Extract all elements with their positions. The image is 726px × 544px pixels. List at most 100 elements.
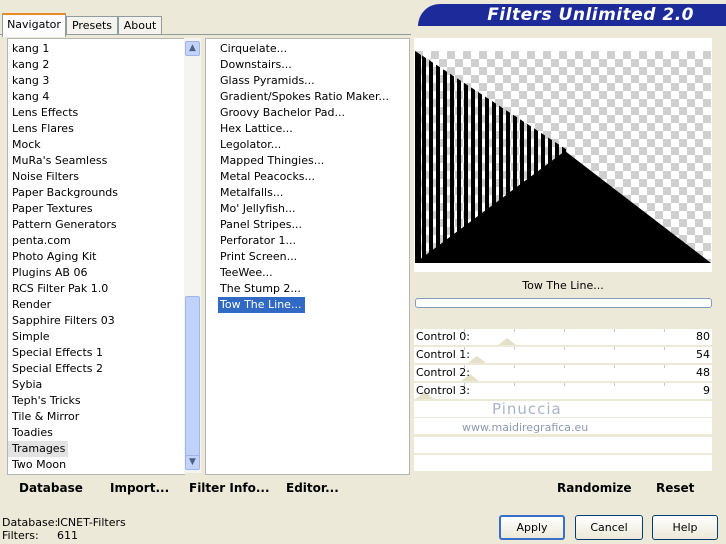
control-label: Control 3: [416,384,470,397]
control-row[interactable]: Control 3: 9 [414,383,712,400]
status-database-value: ICNET-Filters [57,516,126,529]
app-title: Filters Unlimited 2.0 [487,5,694,25]
scroll-down-icon[interactable]: ▼ [185,455,200,470]
category-item[interactable]: kang 2 [8,57,52,73]
cancel-button[interactable]: Cancel [575,515,643,540]
filter-item[interactable]: Hex Lattice... [218,121,297,137]
app-banner: Filters Unlimited 2.0 [418,4,726,26]
filter-item[interactable]: Tow The Line... [218,297,306,313]
slider-tick [514,329,515,332]
tab-presets[interactable]: Presets [66,16,118,35]
slider-tick [514,347,515,350]
filter-item[interactable]: Panel Stripes... [218,217,306,233]
slider-tick [614,347,615,350]
category-item[interactable]: Tramages [8,441,69,457]
slider-thumb[interactable] [498,338,517,345]
slider-tick [664,383,665,386]
filter-item[interactable]: Downstairs... [218,57,296,73]
filter-item[interactable]: Glass Pyramids... [218,73,319,89]
category-item[interactable]: Noise Filters [8,169,82,185]
category-item[interactable]: Render [8,297,54,313]
category-item[interactable]: Special Effects 1 [8,345,106,361]
category-item[interactable]: Pattern Generators [8,217,120,233]
category-item[interactable]: Simple [8,329,53,345]
control-row[interactable]: Control 2: 48 [414,365,712,382]
control-value: 80 [696,330,710,343]
category-item[interactable]: Sapphire Filters 03 [8,313,118,329]
filter-item[interactable]: The Stump 2... [218,281,305,297]
control-row[interactable]: Control 0: 80 [414,329,712,346]
reset-button[interactable]: Reset [656,481,694,495]
category-item[interactable]: Lens Effects [8,105,81,121]
filter-info-button[interactable]: Filter Info... [189,481,270,495]
filter-item[interactable]: Groovy Bachelor Pad... [218,105,349,121]
category-item[interactable]: Paper Backgrounds [8,185,121,201]
tab-navigator[interactable]: Navigator [2,13,66,37]
slider-tick [664,347,665,350]
category-item[interactable]: Two Moon [8,457,69,473]
category-item[interactable]: Tile & Mirror [8,409,82,425]
control-value: 54 [696,348,710,361]
category-item[interactable]: Mock [8,137,44,153]
slider-tick [614,383,615,386]
tab-about[interactable]: About [118,16,162,35]
category-item[interactable]: RCS Filter Pak 1.0 [8,281,111,297]
filter-item[interactable]: Mo' Jellyfish... [218,201,300,217]
filter-item[interactable]: Gradient/Spokes Ratio Maker... [218,89,393,105]
watermark-url: www.maidiregrafica.eu [462,421,589,434]
category-list[interactable]: kang 1 kang 2 kang 3 kang 4 Lens Effects Lens… [7,38,185,475]
category-item[interactable]: Lens Flares [8,121,77,137]
slider-tick [514,383,515,386]
category-item[interactable]: kang 3 [8,73,52,89]
import-button[interactable]: Import... [110,481,169,495]
database-button[interactable]: Database [19,481,83,495]
category-item[interactable]: Special Effects 2 [8,361,106,377]
help-button[interactable]: Help [652,515,718,540]
filter-item[interactable]: Perforator 1... [218,233,300,249]
category-item[interactable]: Photo Aging Kit [8,249,99,265]
category-item[interactable]: Toadies [8,425,56,441]
control-row[interactable]: Control 1: 54 [414,347,712,364]
control-value: 48 [696,366,710,379]
apply-button[interactable]: Apply [499,515,565,540]
control-label: Control 1: [416,348,470,361]
status-filters-label: Filters: [2,529,39,542]
randomize-button[interactable]: Randomize [557,481,631,495]
filter-item[interactable]: Print Screen... [218,249,301,265]
slider-tick [564,347,565,350]
control-value: 9 [703,384,710,397]
scroll-up-icon[interactable]: ▲ [185,41,200,56]
slider-tick [514,365,515,368]
watermark-name: Pinuccia [492,400,562,418]
slider-tick [614,365,615,368]
filter-item[interactable]: TeeWee... [218,265,277,281]
preview-image [415,51,711,263]
slider-tick [664,329,665,332]
status-database-label: Database: [2,516,59,529]
slider-tick [614,329,615,332]
slider-thumb[interactable] [468,356,487,363]
filter-list[interactable]: Cirquelate... Downstairs... Glass Pyramids… [205,38,410,475]
status-filters-value: 611 [57,529,78,542]
slider-tick [564,329,565,332]
filter-item[interactable]: Legolator... [218,137,285,153]
filter-item[interactable]: Metal Peacocks... [218,169,319,185]
preview-filter-name: Tow The Line... [414,276,712,296]
editor-button[interactable]: Editor... [286,481,339,495]
filter-item[interactable]: Mapped Thingies... [218,153,328,169]
category-item[interactable]: Paper Textures [8,201,96,217]
scroll-thumb[interactable] [185,296,200,458]
category-item[interactable]: Sybia [8,377,45,393]
filter-item[interactable]: Cirquelate... [218,41,291,57]
category-item[interactable]: kang 1 [8,41,52,57]
category-item[interactable]: MuRa's Seamless [8,153,110,169]
category-scrollbar[interactable]: ▲ ▼ [184,38,201,473]
category-item[interactable]: kang 4 [8,89,52,105]
category-item[interactable]: Teph's Tricks [8,393,84,409]
control-row-empty [414,455,712,472]
category-item[interactable]: penta.com [8,233,74,249]
filter-item[interactable]: Metalfalls... [218,185,287,201]
slider-tick [564,383,565,386]
control-label: Control 2: [416,366,470,379]
category-item[interactable]: Plugins AB 06 [8,265,90,281]
